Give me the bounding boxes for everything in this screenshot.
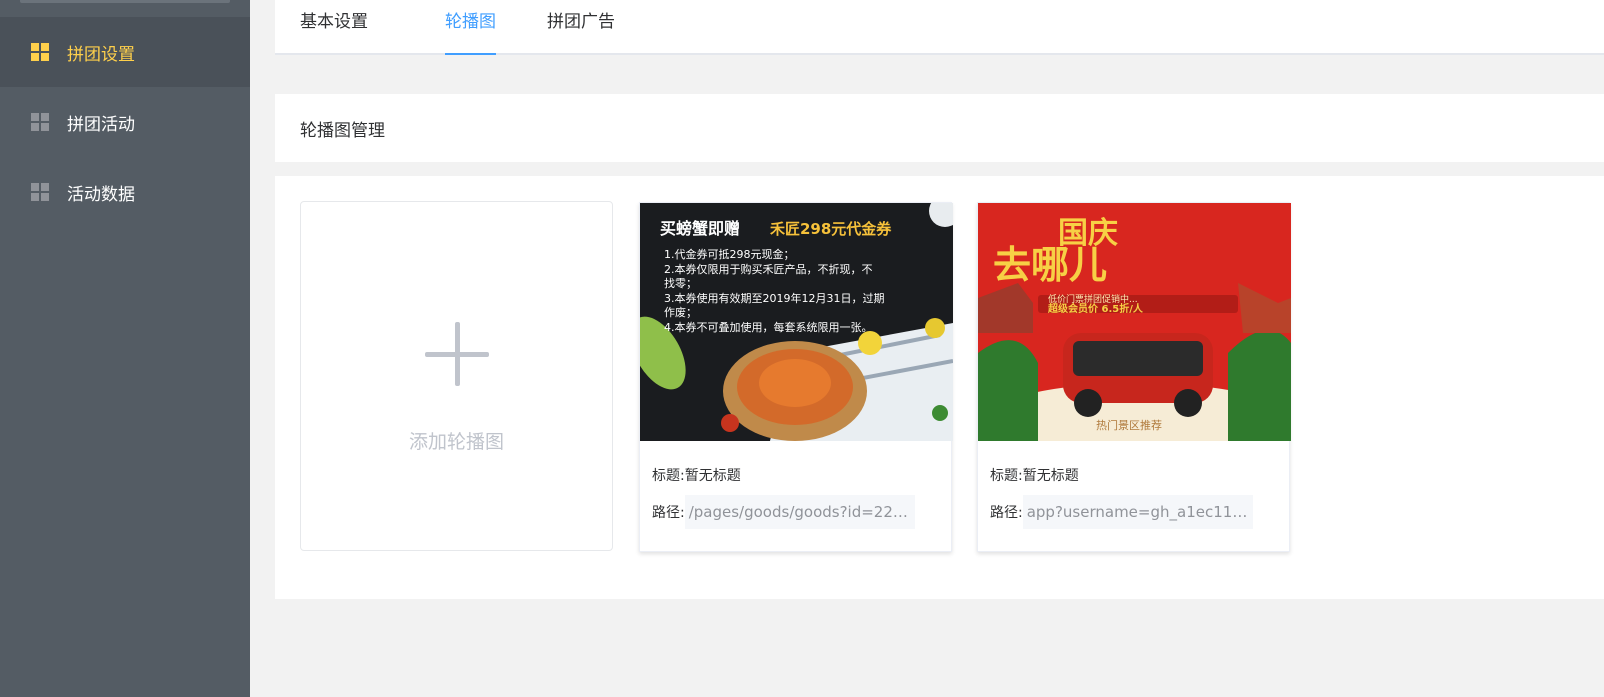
title-label: 标题:	[652, 468, 685, 484]
carousel-card[interactable]: 国庆 去哪儿 低价门票拼团促销中... 超级会员价 6.5折/人 热门景区推荐 …	[977, 202, 1291, 552]
sidebar-item-activity-data[interactable]: 活动数据	[0, 157, 250, 227]
banner-footer: 热门景区推荐	[1096, 418, 1162, 432]
section-header: 轮播图管理	[275, 94, 1604, 162]
tab-carousel[interactable]: 轮播图	[445, 0, 496, 55]
banner-text-line: 找零；	[664, 276, 697, 290]
grid-icon	[31, 43, 49, 61]
banner-title-row: 标题: 暂无标题	[990, 465, 1079, 485]
banner-headline-2: 去哪儿	[993, 243, 1107, 287]
banner-path-row: 路径: /pages/goods/goods?id=22473	[652, 495, 915, 529]
tab-basic-settings[interactable]: 基本设置	[300, 0, 368, 55]
national-day-banner-image: 国庆 去哪儿 低价门票拼团促销中... 超级会员价 6.5折/人 热门景区推荐	[978, 203, 1291, 441]
path-field[interactable]: /pages/goods/goods?id=22473	[684, 495, 915, 529]
path-field[interactable]: app?username=gh_a1ec11f2df...	[1022, 495, 1253, 529]
add-carousel-label: 添加轮播图	[408, 431, 504, 453]
sidebar-item-group-activity[interactable]: 拼团活动	[0, 87, 250, 157]
sidebar: 拼团设置 拼团活动 活动数据	[0, 0, 250, 697]
carousel-list: 添加轮播图 买螃蟹即赠 禾匠298元代金券 1.代金券可抵298元现金； 2.本…	[275, 176, 1604, 599]
sidebar-item-label: 活动数据	[67, 184, 135, 205]
tab-bar: 基本设置 轮播图 拼团广告	[275, 0, 1604, 55]
tab-group-ads[interactable]: 拼团广告	[547, 0, 615, 55]
path-label: 路径:	[990, 505, 1023, 521]
sidebar-item-label: 拼团活动	[67, 114, 135, 135]
section-title: 轮播图管理	[300, 120, 385, 141]
grid-icon	[31, 113, 49, 131]
carousel-image: 买螃蟹即赠 禾匠298元代金券 1.代金券可抵298元现金； 2.本券仅限用于购…	[640, 203, 953, 441]
banner-text-line: 3.本券使用有效期至2019年12月31日，过期	[664, 291, 884, 305]
title-value: 暂无标题	[1022, 468, 1079, 484]
main-area: 基本设置 轮播图 拼团广告 轮播图管理 添加轮播图 买螃蟹即赠 禾匠298元代金…	[250, 0, 1604, 697]
banner-text-line: 2.本券仅限用于购买禾匠产品，不折现，不	[664, 262, 873, 276]
carousel-card[interactable]: 买螃蟹即赠 禾匠298元代金券 1.代金券可抵298元现金； 2.本券仅限用于购…	[639, 202, 953, 552]
banner-text-line: 4.本券不可叠加使用，每套系统限用一张。	[664, 320, 873, 334]
sidebar-item-label: 拼团设置	[67, 44, 135, 65]
sidebar-scroll-strip	[20, 0, 230, 3]
banner-path-row: 路径: app?username=gh_a1ec11f2df...	[990, 495, 1253, 529]
title-value: 暂无标题	[684, 468, 741, 484]
add-carousel-button[interactable]: 添加轮播图	[300, 201, 613, 551]
path-label: 路径:	[652, 505, 685, 521]
banner-sub-2: 超级会员价 6.5折/人	[1047, 302, 1144, 315]
crab-banner-image: 买螃蟹即赠 禾匠298元代金券 1.代金券可抵298元现金； 2.本券仅限用于购…	[640, 203, 953, 441]
grid-icon	[31, 183, 49, 201]
banner-headline-right: 禾匠298元代金券	[770, 220, 892, 238]
banner-text-line: 1.代金券可抵298元现金；	[664, 247, 795, 261]
sidebar-item-group-settings[interactable]: 拼团设置	[0, 17, 250, 87]
title-label: 标题:	[990, 468, 1023, 484]
banner-title-row: 标题: 暂无标题	[652, 465, 741, 485]
carousel-image: 国庆 去哪儿 低价门票拼团促销中... 超级会员价 6.5折/人 热门景区推荐	[978, 203, 1291, 441]
banner-text-line: 作废；	[664, 305, 697, 319]
plus-icon	[425, 322, 489, 386]
banner-headline-left: 买螃蟹即赠	[660, 219, 740, 238]
